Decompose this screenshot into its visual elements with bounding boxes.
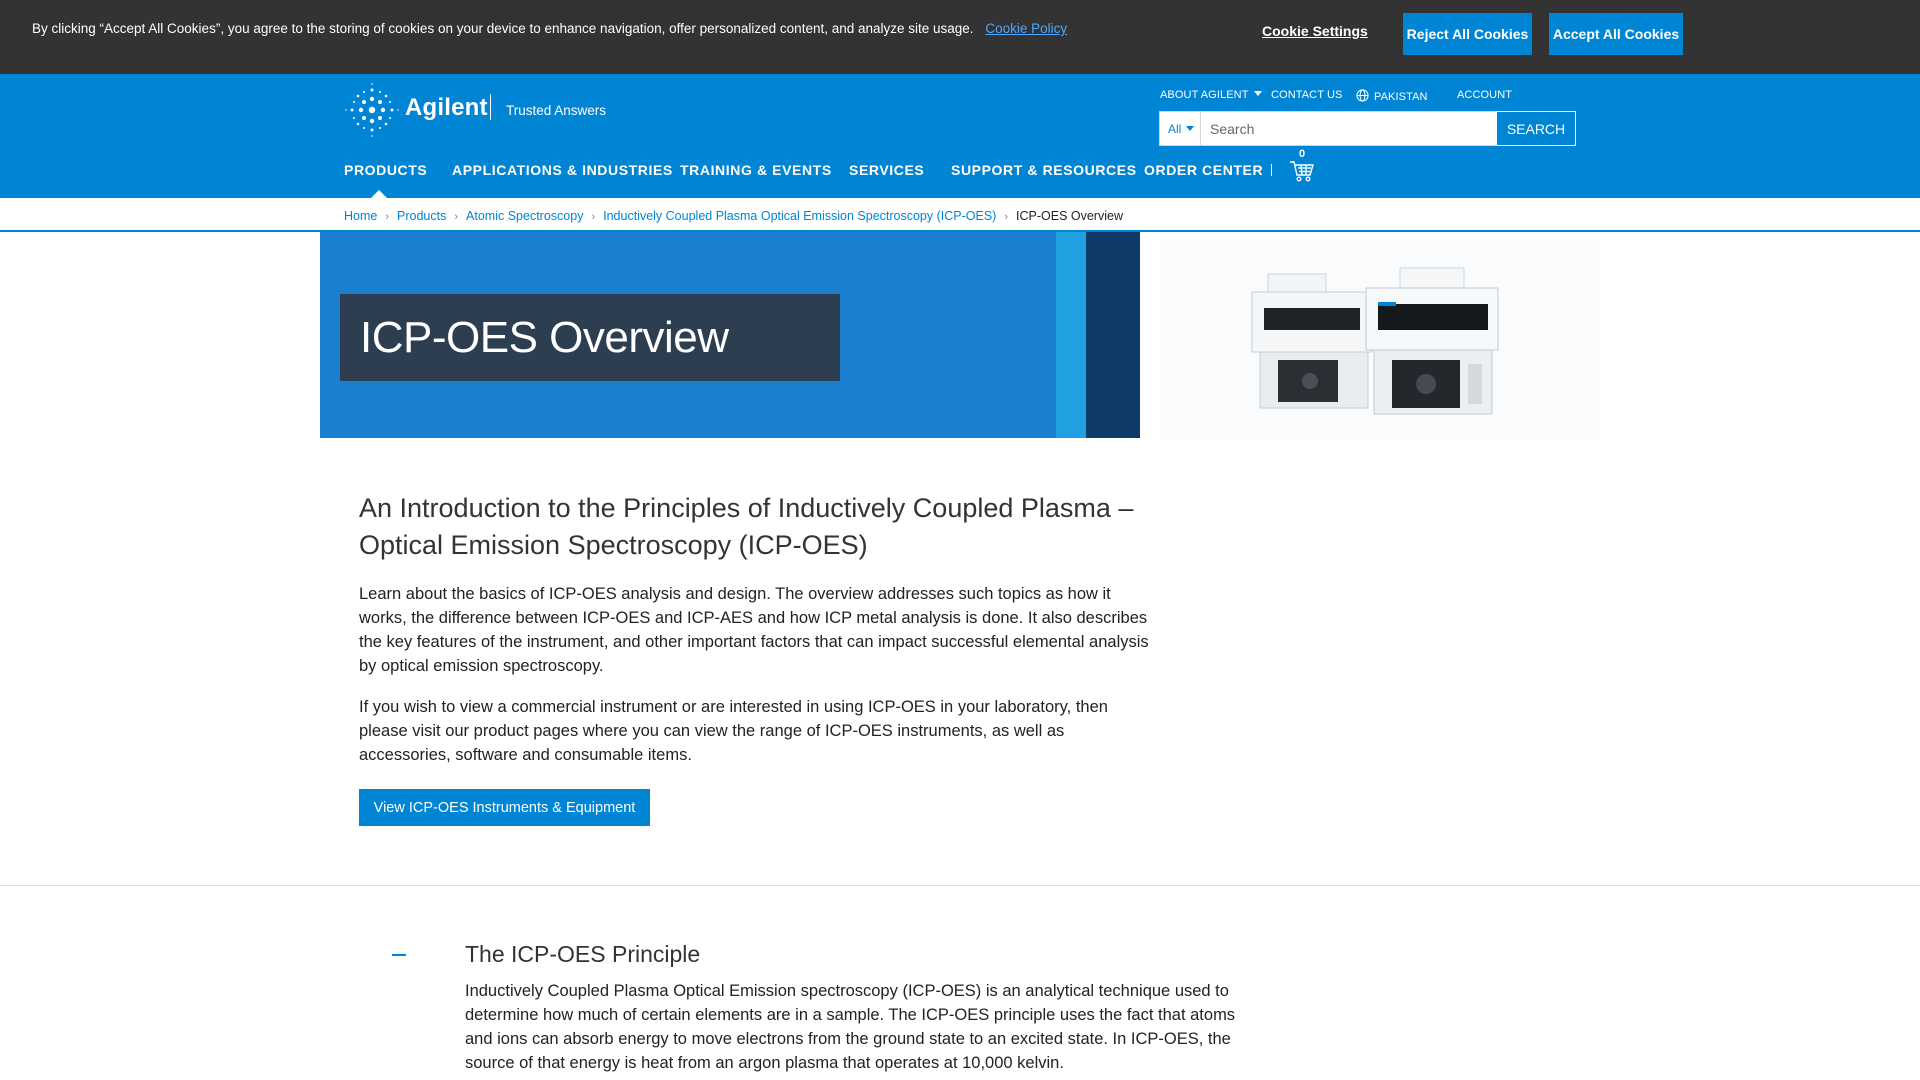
- accordion-body-icp-oes-principle: Inductively Coupled Plasma Optical Emiss…: [465, 982, 1236, 1072]
- hero-accent-stripe: [1056, 232, 1086, 438]
- brand-divider: [490, 94, 491, 120]
- cookie-settings-link[interactable]: Cookie Settings: [1262, 23, 1368, 39]
- globe-icon: [1356, 89, 1369, 102]
- chevron-right-icon: ›: [1004, 211, 1009, 223]
- search-scope-value: All: [1168, 122, 1182, 136]
- search-button[interactable]: SEARCH: [1496, 111, 1576, 146]
- breadcrumb-current: ICP-OES Overview: [1016, 209, 1123, 223]
- nav-divider: [1271, 164, 1272, 176]
- cookie-banner-text-row: By clicking “Accept All Cookies”, you ag…: [32, 20, 1067, 38]
- search-scope-dropdown[interactable]: All: [1160, 112, 1201, 145]
- breadcrumb-icp-oes[interactable]: Inductively Coupled Plasma Optical Emiss…: [603, 209, 996, 223]
- intro-heading: An Introduction to the Principles of Ind…: [359, 493, 1134, 560]
- breadcrumb-home[interactable]: Home: [344, 209, 377, 223]
- site-header: Agilent Trusted Answers ABOUT AGILENT CO…: [0, 74, 1920, 199]
- hero-title-box: ICP-OES Overview: [340, 294, 840, 381]
- nav-services[interactable]: SERVICES: [849, 162, 924, 178]
- chevron-right-icon: ›: [591, 211, 596, 223]
- search-input[interactable]: [1202, 112, 1496, 145]
- chevron-right-icon: ›: [454, 211, 459, 223]
- nav-products[interactable]: PRODUCTS: [344, 162, 427, 178]
- breadcrumb-trail: Home › Products › Atomic Spectroscopy › Induct…: [344, 209, 1123, 223]
- page-title: ICP-OES Overview: [360, 313, 729, 362]
- shopping-cart-icon[interactable]: [1289, 158, 1315, 184]
- breadcrumb-atomic-spectroscopy[interactable]: Atomic Spectroscopy: [466, 209, 583, 223]
- country-label: PAKISTAN: [1374, 91, 1428, 103]
- chevron-right-icon: ›: [385, 211, 390, 223]
- brand-tagline: Trusted Answers: [506, 103, 607, 118]
- intro-paragraph-2: If you wish to view a commercial instrum…: [359, 698, 1108, 764]
- cookie-banner-message: By clicking “Accept All Cookies”, you ag…: [32, 21, 974, 36]
- breadcrumb: Home › Products › Atomic Spectroscopy › Induct…: [0, 198, 1920, 232]
- chevron-down-icon: [1186, 126, 1195, 131]
- about-agilent-menu[interactable]: ABOUT AGILENT: [1160, 89, 1262, 101]
- section-divider: [0, 885, 1920, 886]
- nav-applications-industries[interactable]: APPLICATIONS & INDUSTRIES: [452, 162, 673, 178]
- nav-training-events[interactable]: TRAINING & EVENTS: [680, 162, 832, 178]
- chevron-down-icon: [1253, 91, 1262, 96]
- about-agilent-label: ABOUT AGILENT: [1160, 89, 1249, 101]
- collapse-minus-icon[interactable]: [392, 954, 406, 956]
- accordion-heading-icp-oes-principle[interactable]: The ICP-OES Principle: [465, 941, 700, 968]
- cookie-banner: By clicking “Accept All Cookies”, you ag…: [0, 0, 1920, 74]
- reject-all-cookies-button[interactable]: Reject All Cookies: [1403, 13, 1532, 55]
- hero-dark-stripe: [1086, 232, 1140, 438]
- nav-order-center[interactable]: ORDER CENTER: [1144, 162, 1263, 178]
- intro-paragraph-1: Learn about the basics of ICP-OES analys…: [359, 585, 1149, 675]
- icp-oes-instruments-image: [1160, 240, 1600, 440]
- accept-all-cookies-button[interactable]: Accept All Cookies: [1549, 13, 1683, 55]
- breadcrumb-products[interactable]: Products: [397, 209, 446, 223]
- contact-us-link[interactable]: CONTACT US: [1271, 89, 1343, 101]
- view-icp-oes-instruments-button[interactable]: View ICP-OES Instruments & Equipment: [359, 789, 650, 826]
- country-selector[interactable]: PAKISTAN: [1356, 89, 1428, 103]
- cookie-policy-link[interactable]: Cookie Policy: [985, 21, 1067, 36]
- agilent-spark-logo-icon[interactable]: [344, 82, 400, 138]
- brand-name[interactable]: Agilent: [405, 94, 488, 122]
- account-link[interactable]: ACCOUNT: [1457, 89, 1512, 101]
- nav-support-resources[interactable]: SUPPORT & RESOURCES: [951, 162, 1137, 178]
- search-bar: All SEARCH: [1159, 111, 1576, 146]
